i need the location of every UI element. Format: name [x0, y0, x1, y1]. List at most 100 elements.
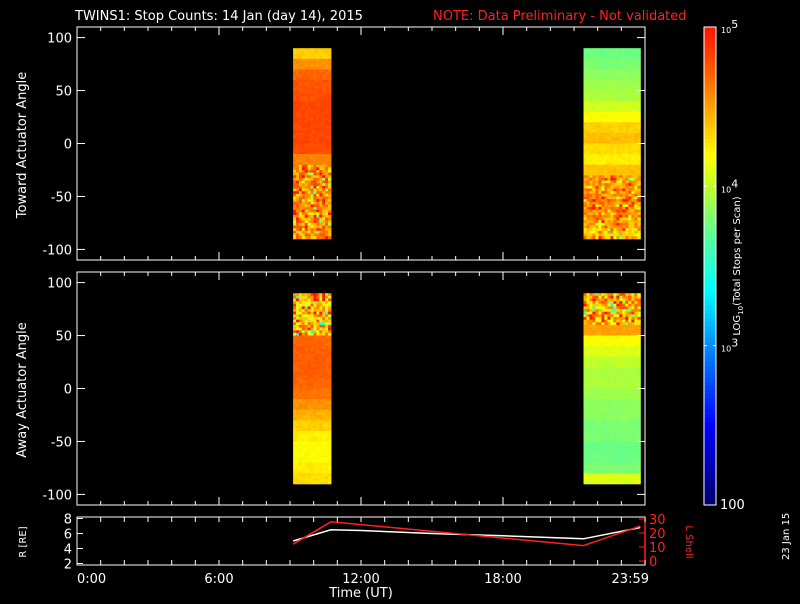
heatmap-cell — [307, 199, 311, 203]
heatmap-cell — [313, 322, 317, 326]
colorbar-segment — [704, 162, 716, 167]
heatmap-cell — [610, 90, 614, 94]
heatmap-cell — [301, 444, 306, 448]
heatmap-cell — [328, 127, 332, 131]
heatmap-cell — [319, 417, 323, 421]
heatmap-cell — [634, 199, 638, 203]
heatmap-cell — [583, 236, 587, 240]
heatmap-cell — [622, 127, 626, 131]
heatmap-cell — [583, 66, 587, 70]
heatmap-cell — [322, 452, 326, 456]
heatmap-cell — [622, 77, 626, 81]
heatmap-cell — [319, 351, 323, 355]
heatmap-cell — [592, 295, 596, 299]
heatmap-cell — [296, 172, 300, 176]
heatmap-cell — [631, 199, 635, 203]
heatmap-cell — [293, 377, 297, 381]
heatmap-cell — [625, 433, 629, 437]
heatmap-cell — [619, 367, 623, 371]
heatmap-cell — [610, 462, 614, 466]
heatmap-cell — [298, 117, 303, 121]
heatmap-cell — [592, 228, 596, 232]
heatmap-cell — [634, 122, 638, 126]
heatmap-cell — [589, 481, 593, 485]
heatmap-cell — [589, 162, 593, 166]
heatmap-cell — [328, 217, 332, 221]
heatmap-cell — [328, 177, 332, 181]
heatmap-cell — [307, 457, 311, 461]
heatmap-cell — [313, 167, 317, 171]
heatmap-cell — [595, 193, 599, 197]
heatmap-cell — [304, 444, 309, 448]
heatmap-cell — [328, 101, 332, 105]
heatmap-cell — [628, 377, 632, 381]
heatmap-cell — [613, 95, 617, 99]
heatmap-cell — [598, 362, 602, 366]
heatmap-cell — [604, 162, 608, 166]
heatmap-cell — [628, 467, 632, 471]
heatmap-cell — [583, 90, 587, 94]
heatmap-cell — [619, 236, 623, 240]
heatmap-cell — [598, 122, 602, 126]
heatmap-cell — [301, 188, 306, 192]
heatmap-cell — [625, 66, 629, 70]
heatmap-cell — [583, 433, 587, 437]
heatmap-cell — [583, 177, 587, 181]
heatmap-cell — [592, 101, 596, 105]
heatmap-cell — [293, 106, 297, 110]
heatmap-cell — [610, 481, 614, 485]
heatmap-cell — [595, 172, 599, 176]
heatmap-cell — [313, 452, 317, 456]
heatmap-cell — [316, 295, 320, 299]
heatmap-cell — [328, 467, 332, 471]
heatmap-cell — [296, 391, 300, 395]
heatmap-cell — [307, 212, 311, 216]
heatmap-cell — [310, 311, 314, 315]
heatmap-cell — [637, 236, 641, 240]
heatmap-cell — [328, 473, 332, 477]
heatmap-cell — [304, 217, 309, 221]
heatmap-cell — [634, 233, 638, 237]
heatmap-cell — [631, 188, 635, 192]
heatmap-cell — [613, 66, 617, 70]
heatmap-cell — [604, 127, 608, 131]
heatmap-cell — [322, 188, 326, 192]
heatmap-cell — [604, 311, 608, 315]
heatmap-cell — [631, 422, 635, 426]
heatmap-cell — [628, 77, 632, 81]
heatmap-cell — [304, 367, 309, 371]
heatmap-cell — [619, 222, 623, 226]
heatmap-cell — [613, 452, 617, 456]
heatmap-cell — [319, 122, 323, 126]
heatmap-cell — [610, 372, 614, 376]
heatmap-cell — [328, 167, 332, 171]
heatmap-cell — [301, 236, 306, 240]
heatmap-cell — [607, 217, 611, 221]
heatmap-cell — [307, 467, 311, 471]
heatmap-cell — [325, 212, 329, 216]
heatmap-cell — [607, 90, 611, 94]
heatmap-cell — [619, 391, 623, 395]
heatmap-cell — [328, 422, 332, 426]
heatmap-cell — [634, 82, 638, 86]
colorbar-segment — [704, 50, 716, 56]
heatmap-cell — [583, 428, 587, 432]
heatmap-cell — [589, 340, 593, 344]
heatmap-cell — [610, 233, 614, 237]
heatmap-cell — [310, 346, 314, 350]
heatmap-cell — [298, 228, 303, 232]
heatmap-cell — [304, 396, 309, 400]
heatmap-cell — [296, 457, 300, 461]
heatmap-cell — [328, 372, 332, 376]
heatmap-cell — [316, 167, 320, 171]
heatmap-cell — [583, 295, 587, 299]
heatmap-cell — [595, 222, 599, 226]
heatmap-cell — [613, 106, 617, 110]
heatmap-cell — [592, 172, 596, 176]
heatmap-cell — [595, 327, 599, 331]
heatmap-cell — [296, 236, 300, 240]
y-tick-label: 2 — [64, 558, 72, 573]
heatmap-cell — [622, 372, 626, 376]
heatmap-cell — [322, 462, 326, 466]
heatmap-cell — [307, 188, 311, 192]
